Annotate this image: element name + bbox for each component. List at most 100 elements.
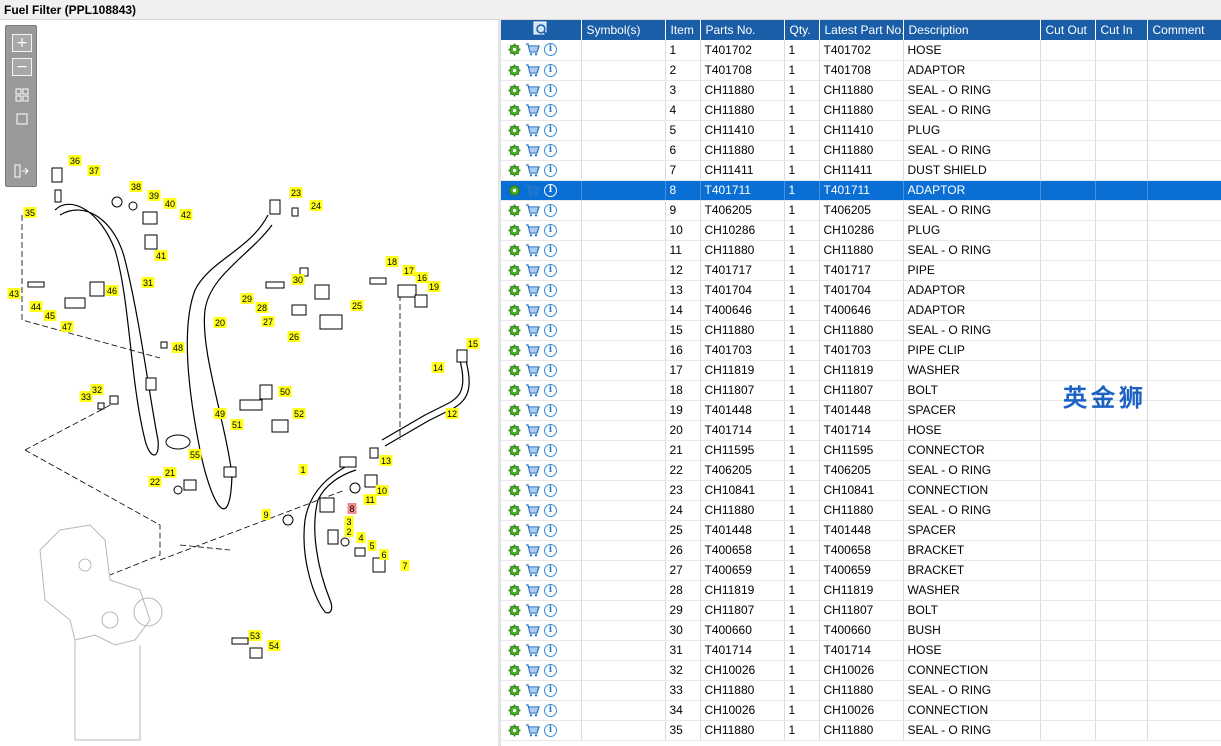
gear-icon[interactable] — [507, 643, 522, 658]
cart-icon[interactable] — [525, 283, 540, 298]
cart-icon[interactable] — [525, 463, 540, 478]
info-icon[interactable]: i — [543, 563, 558, 578]
info-icon[interactable]: i — [543, 283, 558, 298]
callout-21[interactable]: 21 — [163, 467, 177, 478]
gear-icon[interactable] — [507, 543, 522, 558]
table-row[interactable]: i 1 T401702 1 T401702 HOSE — [501, 40, 1221, 61]
callout-4[interactable]: 4 — [356, 532, 366, 543]
diagram-drawing[interactable]: 1234567891011121314151617181920212223242… — [0, 20, 498, 746]
callout-44[interactable]: 44 — [29, 301, 43, 312]
gear-icon[interactable] — [507, 683, 522, 698]
info-icon[interactable]: i — [543, 223, 558, 238]
info-icon[interactable]: i — [543, 703, 558, 718]
callout-31[interactable]: 31 — [141, 277, 155, 288]
cart-icon[interactable] — [525, 42, 540, 57]
table-row[interactable]: i 29 CH11807 1 CH11807 BOLT — [501, 600, 1221, 621]
info-icon[interactable]: i — [543, 483, 558, 498]
cart-icon[interactable] — [525, 443, 540, 458]
callout-24[interactable]: 24 — [309, 200, 323, 211]
column-cut-in[interactable]: Cut In — [1095, 20, 1148, 40]
gear-icon[interactable] — [507, 563, 522, 578]
table-row[interactable]: i 24 CH11880 1 CH11880 SEAL - O RING — [501, 500, 1221, 521]
callout-41[interactable]: 41 — [154, 250, 168, 261]
gear-icon[interactable] — [507, 623, 522, 638]
table-row[interactable]: i 7 CH11411 1 CH11411 DUST SHIELD — [501, 160, 1221, 181]
exploded-diagram[interactable]: 1 2 3 4 5 6 7 8 9 10 11 12 13 14 15 16 17 18 19 20 21 22 23 24 2… — [0, 20, 498, 746]
info-icon[interactable]: i — [543, 643, 558, 658]
column-description[interactable]: Description — [903, 20, 1041, 40]
column-symbols[interactable]: Symbol(s) — [581, 20, 666, 40]
info-icon[interactable]: i — [543, 683, 558, 698]
table-row[interactable]: i 25 T401448 1 T401448 SPACER — [501, 520, 1221, 541]
cart-icon[interactable] — [525, 403, 540, 418]
cart-icon[interactable] — [525, 483, 540, 498]
callout-55[interactable]: 55 — [188, 449, 202, 460]
table-row[interactable]: i 27 T400659 1 T400659 BRACKET — [501, 560, 1221, 581]
callout-33[interactable]: 33 — [79, 391, 93, 402]
info-icon[interactable]: i — [543, 183, 558, 198]
table-row[interactable]: i 34 CH10026 1 CH10026 CONNECTION — [501, 700, 1221, 721]
gear-icon[interactable] — [507, 223, 522, 238]
cart-icon[interactable] — [525, 83, 540, 98]
gear-icon[interactable] — [507, 323, 522, 338]
callout-6[interactable]: 6 — [379, 549, 389, 560]
cart-icon[interactable] — [525, 303, 540, 318]
callout-28[interactable]: 28 — [255, 302, 269, 313]
info-icon[interactable]: i — [543, 723, 558, 738]
zoom-out-button[interactable]: − — [12, 58, 32, 76]
gear-icon[interactable] — [507, 383, 522, 398]
info-icon[interactable]: i — [543, 203, 558, 218]
callout-53[interactable]: 53 — [248, 630, 262, 641]
table-row[interactable]: i 16 T401703 1 T401703 PIPE CLIP — [501, 340, 1221, 361]
callout-42[interactable]: 42 — [179, 209, 193, 220]
actual-size-button[interactable] — [12, 110, 32, 128]
table-row[interactable]: i 20 T401714 1 T401714 HOSE — [501, 420, 1221, 441]
info-icon[interactable]: i — [543, 163, 558, 178]
info-icon[interactable]: i — [543, 383, 558, 398]
table-row[interactable]: i 17 CH11819 1 CH11819 WASHER — [501, 360, 1221, 381]
info-icon[interactable]: i — [543, 323, 558, 338]
cart-icon[interactable] — [525, 103, 540, 118]
gear-icon[interactable] — [507, 83, 522, 98]
gear-icon[interactable] — [507, 723, 522, 738]
callout-45[interactable]: 45 — [43, 310, 57, 321]
table-row[interactable]: i 26 T400658 1 T400658 BRACKET — [501, 540, 1221, 561]
cart-icon[interactable] — [525, 703, 540, 718]
zoom-in-button[interactable]: + — [12, 34, 32, 52]
gear-icon[interactable] — [507, 583, 522, 598]
cart-icon[interactable] — [525, 323, 540, 338]
table-row[interactable]: i 2 T401708 1 T401708 ADAPTOR — [501, 60, 1221, 81]
gear-icon[interactable] — [507, 423, 522, 438]
cart-icon[interactable] — [525, 543, 540, 558]
info-icon[interactable]: i — [543, 583, 558, 598]
cart-icon[interactable] — [525, 663, 540, 678]
callout-10[interactable]: 10 — [375, 485, 389, 496]
callout-5[interactable]: 5 — [367, 540, 377, 551]
info-icon[interactable]: i — [543, 63, 558, 78]
cart-icon[interactable] — [525, 383, 540, 398]
gear-icon[interactable] — [507, 283, 522, 298]
info-icon[interactable]: i — [543, 663, 558, 678]
cart-icon[interactable] — [525, 223, 540, 238]
cart-icon[interactable] — [525, 623, 540, 638]
panel-toggle-button[interactable] — [12, 162, 32, 180]
gear-icon[interactable] — [507, 403, 522, 418]
info-icon[interactable]: i — [543, 363, 558, 378]
column-parts-no[interactable]: Parts No. — [700, 20, 785, 40]
table-row[interactable]: i 4 CH11880 1 CH11880 SEAL - O RING — [501, 100, 1221, 121]
table-row[interactable]: i 30 T400660 1 T400660 BUSH — [501, 620, 1221, 641]
cart-icon[interactable] — [525, 363, 540, 378]
gear-icon[interactable] — [507, 343, 522, 358]
info-icon[interactable]: i — [543, 263, 558, 278]
callout-47[interactable]: 47 — [60, 321, 74, 332]
callout-26[interactable]: 26 — [287, 331, 301, 342]
gear-icon[interactable] — [507, 143, 522, 158]
table-row[interactable]: i 11 CH11880 1 CH11880 SEAL - O RING — [501, 240, 1221, 261]
info-icon[interactable]: i — [543, 103, 558, 118]
info-icon[interactable]: i — [543, 423, 558, 438]
callout-25[interactable]: 25 — [350, 300, 364, 311]
callout-15[interactable]: 15 — [466, 338, 480, 349]
table-row[interactable]: i 22 T406205 1 T406205 SEAL - O RING — [501, 460, 1221, 481]
cart-icon[interactable] — [525, 143, 540, 158]
info-icon[interactable]: i — [543, 523, 558, 538]
